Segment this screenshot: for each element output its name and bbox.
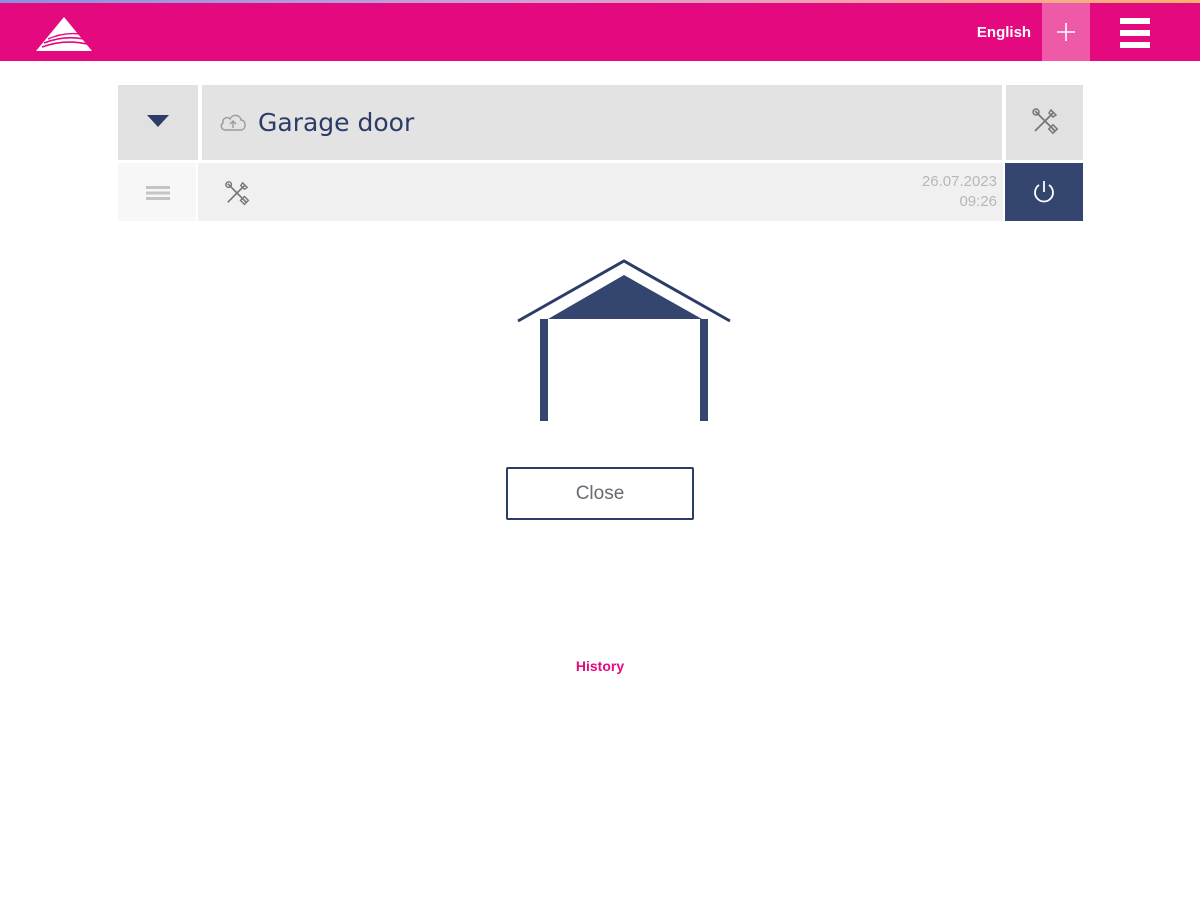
device-header-row: Garage door	[118, 85, 1083, 160]
close-door-button[interactable]: Close	[506, 467, 694, 520]
history-link[interactable]: History	[560, 656, 640, 676]
device-info: 26.07.2023 09:26	[198, 163, 1003, 221]
garage-open-icon	[517, 259, 731, 421]
drag-handle[interactable]	[118, 163, 196, 221]
last-update-time: 09:26	[959, 193, 997, 210]
device-title-bar[interactable]: Garage door	[202, 85, 1002, 160]
tools-icon	[225, 181, 250, 206]
cloud-upload-icon	[220, 114, 246, 131]
language-selector[interactable]: English	[966, 21, 1042, 45]
device-settings-button[interactable]	[1006, 85, 1083, 160]
last-update-date: 26.07.2023	[921, 173, 997, 190]
hamburger-icon	[1120, 18, 1150, 48]
device-status-row: 26.07.2023 09:26	[118, 163, 1083, 221]
device-name: Garage door	[258, 108, 415, 137]
plus-icon	[1057, 23, 1075, 41]
expand-toggle[interactable]	[118, 85, 198, 160]
brand-logo-icon[interactable]	[34, 15, 94, 55]
tools-icon	[1032, 108, 1059, 135]
menu-button[interactable]	[1118, 16, 1152, 50]
power-button[interactable]	[1005, 163, 1083, 221]
app-header: English	[0, 3, 1200, 61]
add-button[interactable]	[1042, 3, 1090, 61]
chevron-down-icon	[147, 115, 169, 127]
power-icon	[1034, 181, 1054, 203]
drag-handle-icon	[146, 186, 170, 200]
